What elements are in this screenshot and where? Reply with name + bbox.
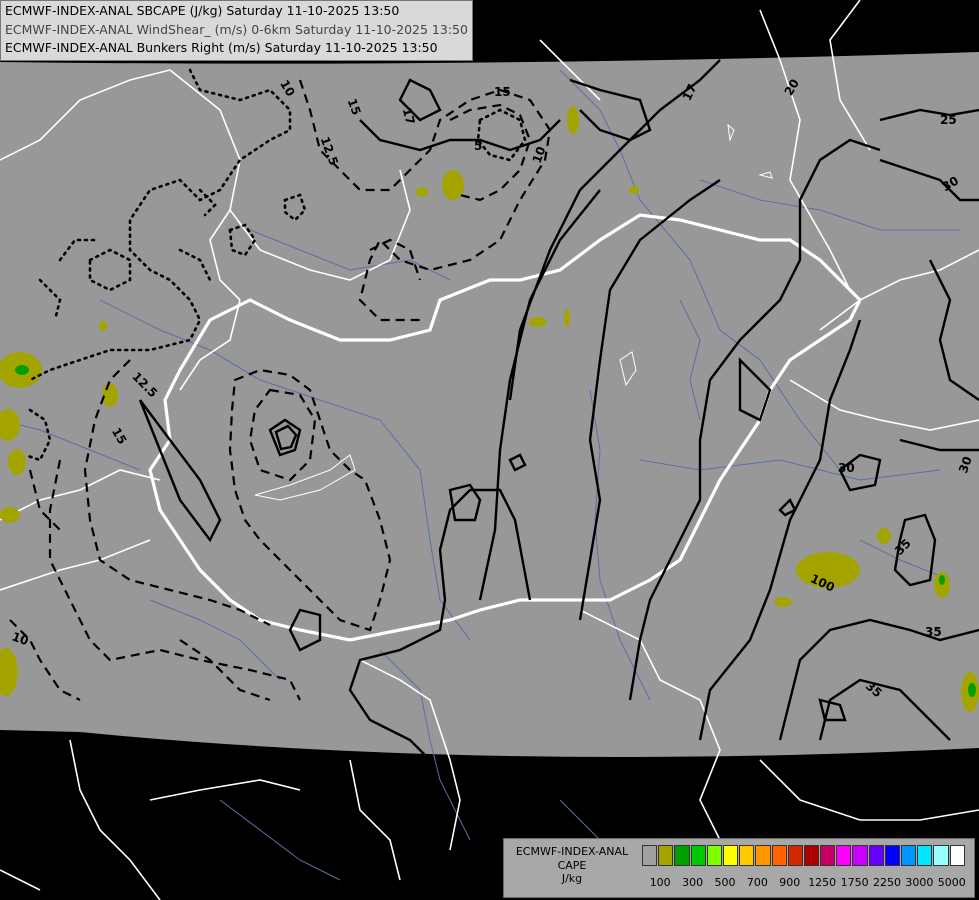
header-sbcape: ECMWF-INDEX-ANAL SBCAPE (J/kg) Saturday … bbox=[5, 3, 400, 18]
header-bunkers: ECMWF-INDEX-ANAL Bunkers Right (m/s) Sat… bbox=[5, 40, 438, 55]
legend-tick-label: 5000 bbox=[937, 876, 966, 889]
legend-tick-label: 1250 bbox=[808, 876, 837, 889]
legend-swatch bbox=[690, 845, 706, 866]
legend-swatch bbox=[706, 845, 722, 866]
legend-tick-label: 300 bbox=[682, 876, 704, 889]
legend-title-variable: CAPE bbox=[557, 858, 587, 872]
legend-swatch bbox=[722, 845, 739, 866]
cape-legend: ECMWF-INDEX-ANAL CAPE J/kg 100 300 500 700 9… bbox=[503, 838, 975, 898]
legend-swatch bbox=[884, 845, 900, 866]
header-windshear: ECMWF-INDEX-ANAL WindShear_ (m/s) 0-6km … bbox=[5, 21, 468, 37]
legend-swatch bbox=[933, 845, 949, 866]
legend-swatch bbox=[658, 845, 674, 866]
legend-title-model: ECMWF-INDEX-ANAL bbox=[515, 845, 629, 858]
contour-label: 35 bbox=[925, 625, 942, 639]
contour-label: 5 bbox=[474, 139, 482, 153]
legend-tick-label: 100 bbox=[649, 876, 671, 889]
legend-swatch bbox=[674, 845, 690, 866]
legend-tick-label: 700 bbox=[746, 876, 768, 889]
legend-tick-label: 500 bbox=[714, 876, 736, 889]
legend-swatch bbox=[755, 845, 771, 866]
legend-swatch bbox=[739, 845, 755, 866]
legend-tick-label: 3000 bbox=[905, 876, 934, 889]
legend-swatch bbox=[917, 845, 933, 866]
legend-swatch bbox=[949, 845, 965, 866]
legend-swatches bbox=[642, 845, 966, 866]
legend-tick-label: 900 bbox=[779, 876, 801, 889]
contour-label: 25 bbox=[940, 113, 957, 127]
map-header: ECMWF-INDEX-ANAL SBCAPE (J/kg) Saturday … bbox=[0, 0, 473, 61]
legend-swatch bbox=[642, 845, 658, 866]
legend-swatch bbox=[820, 845, 836, 866]
legend-title-unit: J/kg bbox=[561, 872, 583, 885]
contour-label: 15 bbox=[494, 85, 511, 99]
legend-swatch bbox=[787, 845, 803, 866]
legend-swatch bbox=[803, 845, 820, 866]
legend-swatch bbox=[901, 845, 917, 866]
legend-title: ECMWF-INDEX-ANAL CAPE J/kg bbox=[508, 845, 636, 886]
legend-tick-label: 2250 bbox=[873, 876, 901, 889]
legend-tick-label: 1750 bbox=[840, 876, 869, 889]
weather-map: 10 15 17 15 5 10 12.5 17 20 25 30 30 30 … bbox=[0, 0, 979, 900]
contour-label: 30 bbox=[838, 461, 855, 475]
legend-ticks: 100 300 500 700 900 1250 1750 2250 3000 5000 bbox=[640, 876, 970, 890]
legend-swatch bbox=[836, 845, 852, 866]
legend-swatch bbox=[771, 845, 787, 866]
legend-swatch bbox=[852, 845, 868, 866]
legend-swatch bbox=[868, 845, 884, 866]
